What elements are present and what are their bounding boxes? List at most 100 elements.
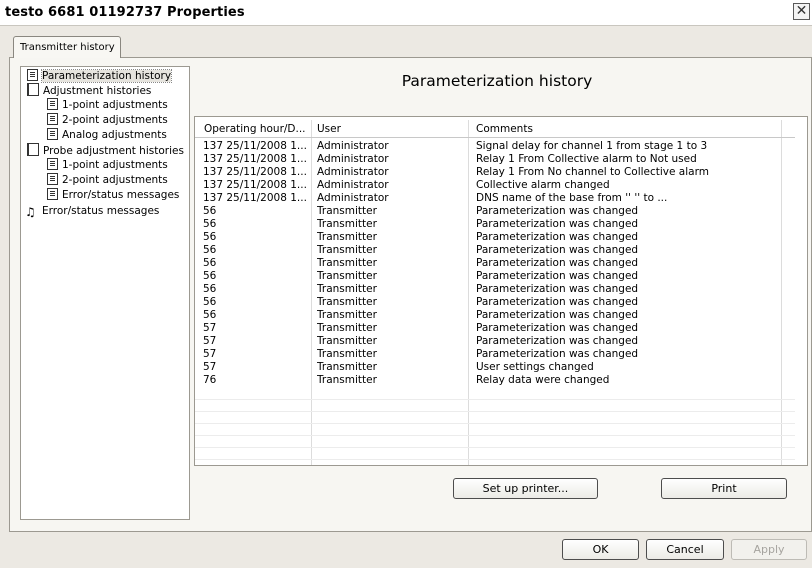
table-cell: Transmitter	[317, 218, 377, 230]
table-cell: Transmitter	[317, 257, 377, 269]
table-cell: Parameterization was changed	[476, 231, 639, 243]
folder-icon	[27, 83, 39, 96]
apply-button[interactable]: Apply	[731, 539, 807, 560]
table-cell: Parameterization was changed	[476, 205, 639, 217]
tab-transmitter-history[interactable]: Transmitter history	[13, 36, 121, 58]
table-cell: DNS name of the base from '' '' to ...	[476, 192, 668, 204]
table-cell: Relay data were changed	[476, 374, 610, 386]
table-row[interactable]: 137 25/11/2008 1... Administrator Relay 1 …	[195, 153, 795, 166]
column-header-comments[interactable]: Comments	[476, 123, 533, 135]
tree-item-probe-adjustment-histories[interactable]: Probe adjustment histories	[27, 143, 184, 158]
table-cell: 56	[203, 244, 217, 256]
table-cell: 56	[203, 309, 217, 321]
empty-row-line	[195, 411, 795, 412]
table-row[interactable]: 56 Transmitter Parameterization was change…	[195, 231, 795, 244]
table-cell: Transmitter	[317, 348, 377, 360]
print-button[interactable]: Print	[661, 478, 787, 499]
table-cell: 56	[203, 296, 217, 308]
tree-item-2-point-adjustments[interactable]: 2-point adjustments	[47, 113, 168, 128]
empty-row-line	[195, 435, 795, 436]
table-row[interactable]: 57 Transmitter Parameterization was change…	[195, 348, 795, 361]
table-row[interactable]: 56 Transmitter Parameterization was change…	[195, 205, 795, 218]
table-cell: Administrator	[317, 192, 389, 204]
tree-item-analog-adjustments[interactable]: Analog adjustments	[47, 128, 167, 143]
empty-row-line	[195, 447, 795, 448]
table-cell: Parameterization was changed	[476, 244, 639, 256]
table-cell: Transmitter	[317, 296, 377, 308]
tree-item-error-status-messages[interactable]: ♫ Error/status messages	[25, 204, 159, 219]
table-row[interactable]: 57 Transmitter Parameterization was change…	[195, 335, 795, 348]
table-cell: 56	[203, 205, 217, 217]
empty-row-line	[195, 399, 795, 400]
table-cell: Parameterization was changed	[476, 296, 639, 308]
table-row[interactable]: 56 Transmitter Parameterization was change…	[195, 218, 795, 231]
table-cell: Administrator	[317, 179, 389, 191]
tree-item-parameterization-history[interactable]: Parameterization history	[27, 69, 173, 84]
column-header-operating-hour[interactable]: Operating hour/D...	[204, 123, 306, 135]
table-row[interactable]: 137 25/11/2008 1... Administrator Relay 1 …	[195, 166, 795, 179]
table-row[interactable]: 57 Transmitter User settings changed	[195, 361, 795, 374]
table-cell: Collective alarm changed	[476, 179, 610, 191]
history-doc-icon	[47, 158, 58, 170]
table-cell: 57	[203, 322, 217, 334]
table-cell: 137 25/11/2008 1...	[203, 166, 307, 178]
history-table[interactable]: Operating hour/D... User Comments 137 25…	[194, 116, 808, 466]
cancel-button[interactable]: Cancel	[646, 539, 724, 560]
table-cell: Administrator	[317, 153, 389, 165]
tree-item-1-point-adjustments[interactable]: 1-point adjustments	[47, 98, 168, 113]
table-cell: User settings changed	[476, 361, 594, 373]
table-row[interactable]: 56 Transmitter Parameterization was change…	[195, 296, 795, 309]
table-cell: Parameterization was changed	[476, 322, 639, 334]
table-row[interactable]: 137 25/11/2008 1... Administrator Signal d…	[195, 140, 795, 153]
table-cell: Parameterization was changed	[476, 270, 639, 282]
table-cell: Parameterization was changed	[476, 335, 639, 347]
folder-icon	[27, 143, 39, 156]
table-row[interactable]: 137 25/11/2008 1... Administrator Collecti…	[195, 179, 795, 192]
empty-row-line	[195, 459, 795, 460]
table-cell: 57	[203, 361, 217, 373]
title-bar: testo 6681 01192737 Properties ✕	[0, 0, 812, 26]
table-row[interactable]: 137 25/11/2008 1... Administrator DNS name…	[195, 192, 795, 205]
table-cell: Transmitter	[317, 322, 377, 334]
empty-row-line	[195, 423, 795, 424]
table-cell: Parameterization was changed	[476, 309, 639, 321]
table-cell: Parameterization was changed	[476, 283, 639, 295]
table-row[interactable]: 56 Transmitter Parameterization was change…	[195, 257, 795, 270]
table-cell: Transmitter	[317, 335, 377, 347]
header-divider	[195, 137, 795, 138]
table-cell: 137 25/11/2008 1...	[203, 153, 307, 165]
table-cell: 56	[203, 218, 217, 230]
close-icon[interactable]: ✕	[793, 3, 810, 20]
tree-item-probe-error-status-messages[interactable]: Error/status messages	[47, 188, 179, 203]
table-cell: 56	[203, 283, 217, 295]
table-cell: 137 25/11/2008 1...	[203, 140, 307, 152]
table-row[interactable]: 57 Transmitter Parameterization was change…	[195, 322, 795, 335]
table-cell: Transmitter	[317, 309, 377, 321]
column-header-user[interactable]: User	[317, 123, 341, 135]
table-cell: Parameterization was changed	[476, 257, 639, 269]
history-doc-icon	[27, 69, 38, 81]
tree-item-probe-1-point-adjustments[interactable]: 1-point adjustments	[47, 158, 168, 173]
table-row[interactable]: 56 Transmitter Parameterization was change…	[195, 309, 795, 322]
table-cell: Administrator	[317, 140, 389, 152]
table-cell: 137 25/11/2008 1...	[203, 179, 307, 191]
ok-button[interactable]: OK	[562, 539, 639, 560]
tree-item-probe-2-point-adjustments[interactable]: 2-point adjustments	[47, 173, 168, 188]
table-cell: Administrator	[317, 166, 389, 178]
history-tree[interactable]: Parameterization history Adjustment hist…	[20, 66, 190, 520]
alarm-bell-icon: ♫	[25, 205, 36, 219]
table-cell: Transmitter	[317, 270, 377, 282]
history-doc-icon	[47, 98, 58, 110]
tree-item-adjustment-histories[interactable]: Adjustment histories	[27, 83, 151, 98]
window-title: testo 6681 01192737 Properties	[5, 5, 245, 20]
history-doc-icon	[47, 173, 58, 185]
table-row[interactable]: 56 Transmitter Parameterization was change…	[195, 283, 795, 296]
table-cell: 56	[203, 231, 217, 243]
table-row[interactable]: 76 Transmitter Relay data were changed	[195, 374, 795, 387]
table-cell: Transmitter	[317, 361, 377, 373]
table-row[interactable]: 56 Transmitter Parameterization was change…	[195, 270, 795, 283]
table-cell: Parameterization was changed	[476, 218, 639, 230]
set-up-printer-button[interactable]: Set up printer...	[453, 478, 598, 499]
table-cell: Transmitter	[317, 283, 377, 295]
table-row[interactable]: 56 Transmitter Parameterization was change…	[195, 244, 795, 257]
